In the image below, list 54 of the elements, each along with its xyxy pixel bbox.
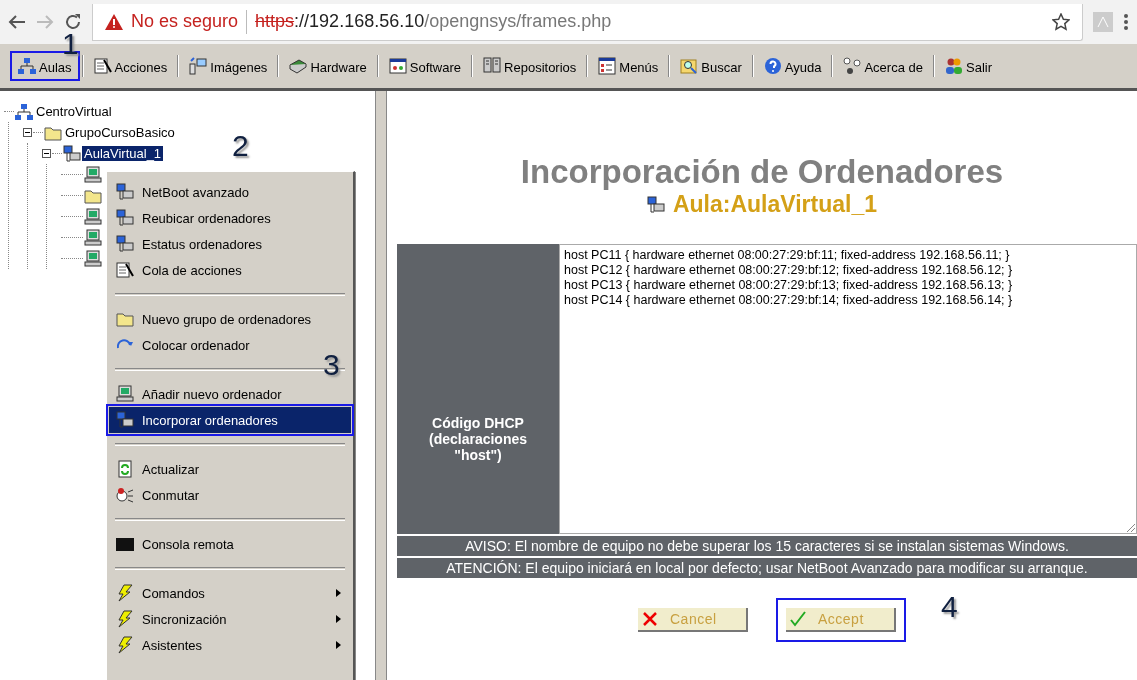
menu-item[interactable]: Añadir nuevo ordenador [109,381,351,407]
toolbar-item[interactable]: Ayuda [757,53,828,79]
toolbar-label: Ayuda [784,60,822,75]
toolbar-item[interactable]: Salir [939,53,998,79]
callout-number: 3 [323,348,340,382]
menu-item[interactable]: Conmutar [109,482,351,508]
tree-item[interactable]: GrupoCursoBasico [63,125,177,140]
menu-item[interactable]: Sincronización [109,606,351,632]
tree-item[interactable]: CentroVirtual [34,104,114,119]
url-host: ://192.168.56.10 [294,11,425,32]
tree-item[interactable]: AulaVirtual_1 [82,146,164,161]
url-path: /opengnsys/frames.php [424,11,612,32]
toolbar-label: Salir [966,60,992,75]
toolbar-label: Acerca de [864,60,923,75]
toolbar-label: Buscar [701,60,742,75]
menu-item[interactable]: Nuevo grupo de ordenadores [109,306,351,332]
toolbar-item[interactable]: Aulas [12,53,78,79]
toolbar-item[interactable]: Software [382,53,468,79]
toolbar-item[interactable]: Menús [592,53,665,79]
security-label: No es seguro [131,11,239,32]
toolbar-label: Hardware [310,60,367,75]
menu-item[interactable]: Estatus ordenadores [109,231,351,257]
notice-text: ATENCIÓN: El equipo iniciará en local por defecto; usar NetBoot Avanzado para modificar su arranque. [397,558,1137,578]
toolbar-item[interactable]: Acerca de [837,53,929,79]
toolbar-label: Menús [619,60,659,75]
menu-item[interactable]: Cola de acciones [109,257,351,283]
menu-item[interactable]: Actualizar [109,456,351,482]
menu-item[interactable]: Reubicar ordenadores [109,205,351,231]
field-label: "host") [454,447,502,463]
url-scheme: https [255,11,295,32]
menu-item[interactable]: Incorporar ordenadores [109,407,351,433]
toolbar-item[interactable]: Repositorios [477,53,583,79]
toolbar-label: Acciones [114,60,168,75]
field-label: (declaraciones [428,431,528,447]
menu-item[interactable]: Asistentes [109,632,351,658]
callout-number: 4 [941,590,958,624]
page-subtitle: Aula:AulaVirtual_1 [672,191,878,218]
toolbar-item[interactable]: Buscar [674,53,748,79]
menu-item[interactable]: NetBoot avanzado [109,179,351,205]
page-title: Incorporación de Ordenadores [520,153,1004,191]
toolbar-item[interactable]: Imágenes [183,53,274,79]
toolbar-label: Repositorios [504,60,577,75]
dhcp-code-field[interactable]: host PC11 { hardware ethernet 08:00:27:29:bf:11; fixed-address 192.168.56.11; } host PC12 { hardware ethernet 08:00:27:29:bf:12; fixed-address 192.168.56.12; } host PC13 { hardware ethernet 08:00:27:29:bf:13; fixed-address 192.168.56.13; } host PC14 { hardware ethernet 08:00:27:29:bf:14; fixed-address 192.168.56.14; } [559,244,1137,534]
menu-item[interactable]: Comandos [109,580,351,606]
notice-text: AVISO: El nombre de equipo no debe superar los 15 caracteres si se instalan sistemas Windows. [397,536,1137,556]
toolbar-item[interactable]: Hardware [283,53,373,79]
toolbar-item[interactable]: Acciones [87,53,174,79]
menu-item[interactable]: Consola remota [109,531,351,557]
toolbar-label: Imágenes [210,60,268,75]
callout-number: 2 [232,129,249,163]
field-label: Código DHCP [432,415,524,431]
toolbar-label: Aulas [39,60,72,75]
toolbar-label: Software [409,60,462,75]
address-bar[interactable]: No es seguro https://192.168.56.10/opengnsys/frames.php [92,3,1083,41]
